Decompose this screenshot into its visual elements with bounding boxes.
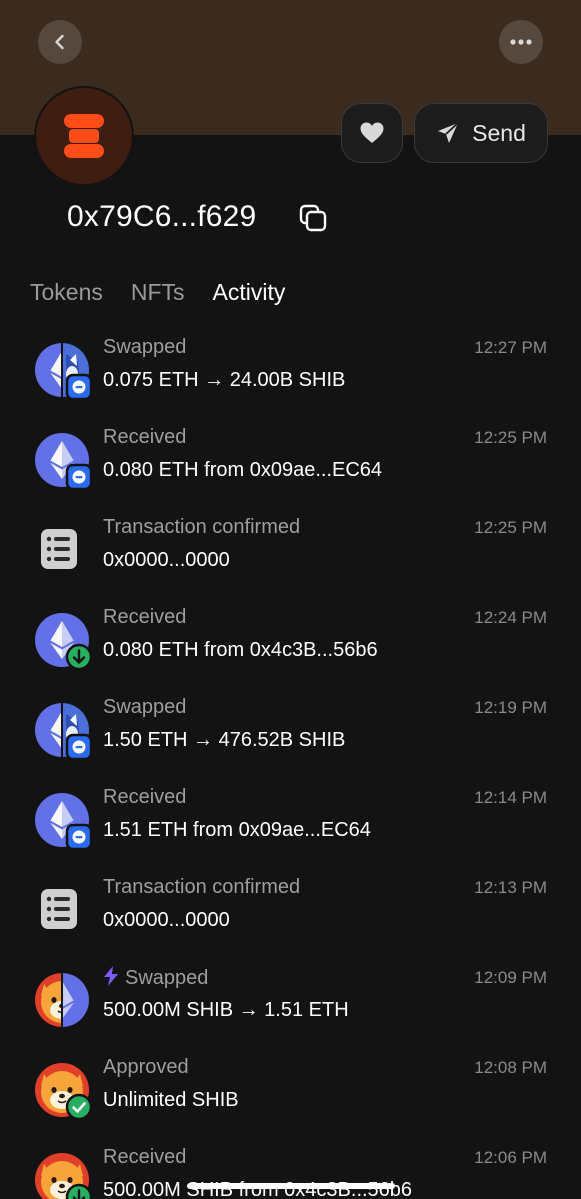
send-button-label: Send [472,119,526,146]
activity-title-text: Swapped [103,336,187,358]
shib-token-icon [32,1150,92,1199]
activity-title: Received [103,786,186,809]
send-button[interactable]: Send [414,103,548,163]
activity-subtitle: 0.080 ETH from 0x09ae...EC64 [103,459,383,481]
receive-badge-icon [65,1183,92,1199]
activity-title: Received [103,606,186,629]
eth-token-icon [32,610,92,670]
home-indicator [187,1183,395,1189]
eth-shib-swap-icon [32,340,92,400]
tab-activity[interactable]: Activity [213,279,286,306]
activity-title: Transaction confirmed [103,516,300,539]
tab-tokens[interactable]: Tokens [30,279,103,306]
activity-row[interactable]: Received 0.080 ETH from 0x09ae...EC64 12:2… [0,426,581,516]
activity-time: 12:25 PM [474,518,547,537]
activity-row[interactable]: Received 500.00M SHIB from 0x4c3B...56b6 1… [0,1146,581,1199]
activity-row[interactable]: Approved Unlimited SHIB 12:08 PM [0,1056,581,1146]
activity-row[interactable]: Received 1.51 ETH from 0x09ae...EC64 12:14… [0,786,581,876]
shib-token-icon [32,1060,92,1120]
activity-subtitle: 0x0000...0000 [103,909,230,931]
activity-title: Received [103,426,186,449]
more-horizontal-icon [510,39,532,45]
activity-title-text: Swapped [125,967,209,989]
wallet-logo-icon [64,114,104,158]
list-icon [32,520,92,580]
wallet-address: 0x79C6...f629 [67,200,257,233]
activity-time: 12:08 PM [474,1058,547,1077]
activity-row[interactable]: Received 0.080 ETH from 0x4c3B...56b6 12:2… [0,606,581,696]
swap-badge-icon [65,823,92,850]
lightning-bolt-icon [104,966,118,986]
tab-nfts[interactable]: NFTs [131,279,185,306]
activity-title-text: Received [103,786,187,808]
favorite-button[interactable] [341,103,403,163]
tab-bar: Tokens NFTs Activity [30,279,285,306]
copy-icon[interactable] [298,203,328,233]
activity-row[interactable]: Transaction confirmed 0x0000...0000 12:13 … [0,876,581,966]
activity-subtitle: 500.00M SHIB → 1.51 ETH [103,999,349,1021]
swap-badge-icon [65,463,92,490]
eth-token-icon [32,430,92,490]
activity-title-text: Swapped [103,696,187,718]
activity-title-text: Transaction confirmed [103,876,301,898]
activity-title-text: Received [103,426,187,448]
activity-subtitle: Unlimited SHIB [103,1089,239,1111]
activity-title-text: Transaction confirmed [103,516,301,538]
activity-time: 12:13 PM [474,878,547,897]
activity-title: Swapped [103,336,186,359]
activity-title-text: Received [103,1146,187,1168]
activity-time: 12:06 PM [474,1148,547,1167]
heart-icon [360,122,384,143]
swap-badge-icon [65,373,92,400]
activity-subtitle: 0.080 ETH from 0x4c3B...56b6 [103,639,378,661]
activity-time: 12:09 PM [474,968,547,987]
check-badge-icon [65,1093,92,1120]
activity-row[interactable]: Swapped 0.075 ETH → 24.00B SHIB 12:27 PM [0,336,581,426]
activity-subtitle: 0.075 ETH → 24.00B SHIB [103,369,346,391]
list-icon [32,880,92,940]
receive-badge-icon [65,643,92,670]
activity-time: 12:25 PM [474,428,547,447]
activity-title: Swapped [103,696,186,719]
swap-badge-icon [65,733,92,760]
eth-token-icon [32,790,92,850]
activity-subtitle: 1.51 ETH from 0x09ae...EC64 [103,819,371,841]
activity-time: 12:27 PM [474,338,547,357]
more-options-button[interactable] [499,20,543,64]
shib-eth-swap-icon [32,970,92,1030]
activity-subtitle: 1.50 ETH → 476.52B SHIB [103,729,346,751]
activity-title: Transaction confirmed [103,876,300,899]
activity-title-text: Received [103,606,187,628]
activity-subtitle: 500.00M SHIB from 0x4c3B...56b6 [103,1179,413,1199]
activity-time: 12:19 PM [474,698,547,717]
activity-title: Approved [103,1056,189,1079]
activity-subtitle: 0x0000...0000 [103,549,230,571]
wallet-avatar [34,86,134,186]
chevron-left-icon [55,34,64,50]
eth-shib-swap-icon [32,700,92,760]
activity-title-text: Approved [103,1056,189,1078]
send-icon [438,122,459,143]
activity-time: 12:24 PM [474,608,547,627]
activity-time: 12:14 PM [474,788,547,807]
activity-title: Swapped [103,966,208,990]
activity-row[interactable]: Swapped 1.50 ETH → 476.52B SHIB 12:19 PM [0,696,581,786]
activity-row[interactable]: Swapped 500.00M SHIB → 1.51 ETH 12:09 PM [0,966,581,1056]
activity-title: Received [103,1146,186,1169]
back-button[interactable] [38,20,82,64]
activity-row[interactable]: Transaction confirmed 0x0000...0000 12:25 … [0,516,581,606]
